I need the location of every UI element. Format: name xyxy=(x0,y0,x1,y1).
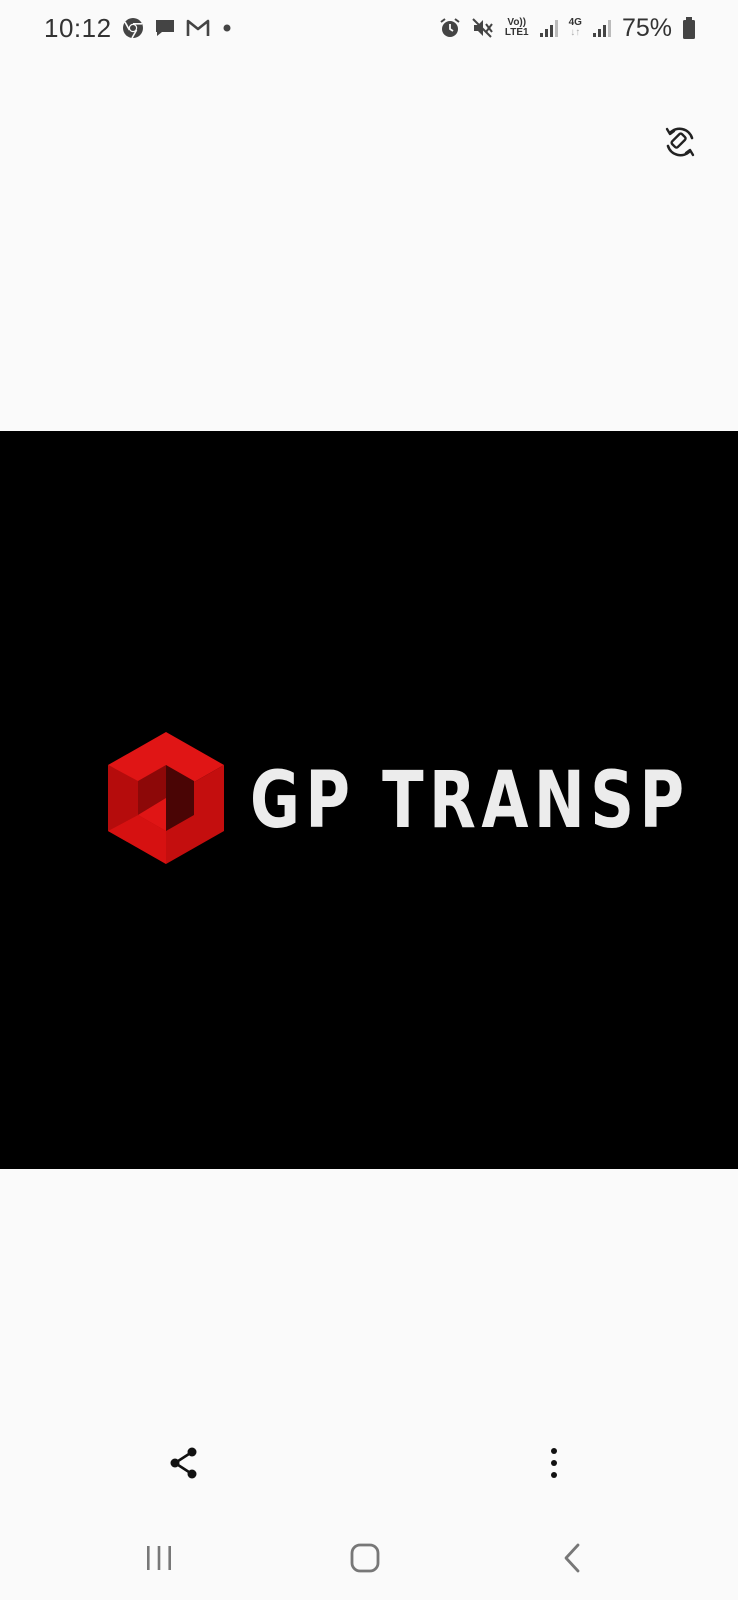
company-logo: GP TRANSP xyxy=(108,732,684,869)
mute-icon xyxy=(471,17,495,39)
bottom-action-bar xyxy=(0,1440,738,1490)
chat-icon xyxy=(154,17,176,39)
rotate-button[interactable] xyxy=(659,123,701,165)
recents-icon xyxy=(144,1544,174,1577)
more-vertical-icon xyxy=(549,1447,559,1484)
volte-indicator: Vo)) LTE1 xyxy=(505,18,529,38)
status-right: Vo)) LTE1 4G ↓↑ 75% xyxy=(439,14,696,43)
recents-button[interactable] xyxy=(129,1530,189,1590)
status-left: 10:12 xyxy=(44,13,234,44)
image-canvas[interactable]: GP TRANSP xyxy=(0,431,738,1169)
home-button[interactable] xyxy=(335,1530,395,1590)
status-time: 10:12 xyxy=(44,12,112,43)
logo-text: GP TRANSP xyxy=(250,755,690,846)
chrome-icon xyxy=(122,17,144,39)
rotate-icon xyxy=(662,124,698,165)
share-button[interactable] xyxy=(159,1440,209,1490)
back-icon xyxy=(561,1542,583,1579)
dot-icon xyxy=(220,21,234,35)
volte-bottom: LTE1 xyxy=(504,27,529,38)
cube-logo-icon xyxy=(108,732,224,869)
status-bar: 10:12 Vo)) LTE1 4G ↓↑ 75% xyxy=(0,0,738,56)
battery-percent: 75% xyxy=(621,13,672,42)
gmail-icon xyxy=(186,18,210,38)
image-viewer-screen: 10:12 Vo)) LTE1 4G ↓↑ 75% GP TRANSP xyxy=(0,0,738,1600)
home-icon xyxy=(349,1542,381,1579)
share-icon xyxy=(169,1447,199,1484)
navigation-bar xyxy=(0,1530,738,1590)
network-indicator: 4G ↓↑ xyxy=(569,18,582,38)
signal-icon xyxy=(592,18,612,38)
battery-icon xyxy=(682,16,696,40)
more-options-button[interactable] xyxy=(529,1440,579,1490)
data-arrows-icon: ↓↑ xyxy=(570,27,581,38)
back-button[interactable] xyxy=(542,1530,602,1590)
alarm-icon xyxy=(439,17,461,39)
signal-icon xyxy=(539,18,559,38)
